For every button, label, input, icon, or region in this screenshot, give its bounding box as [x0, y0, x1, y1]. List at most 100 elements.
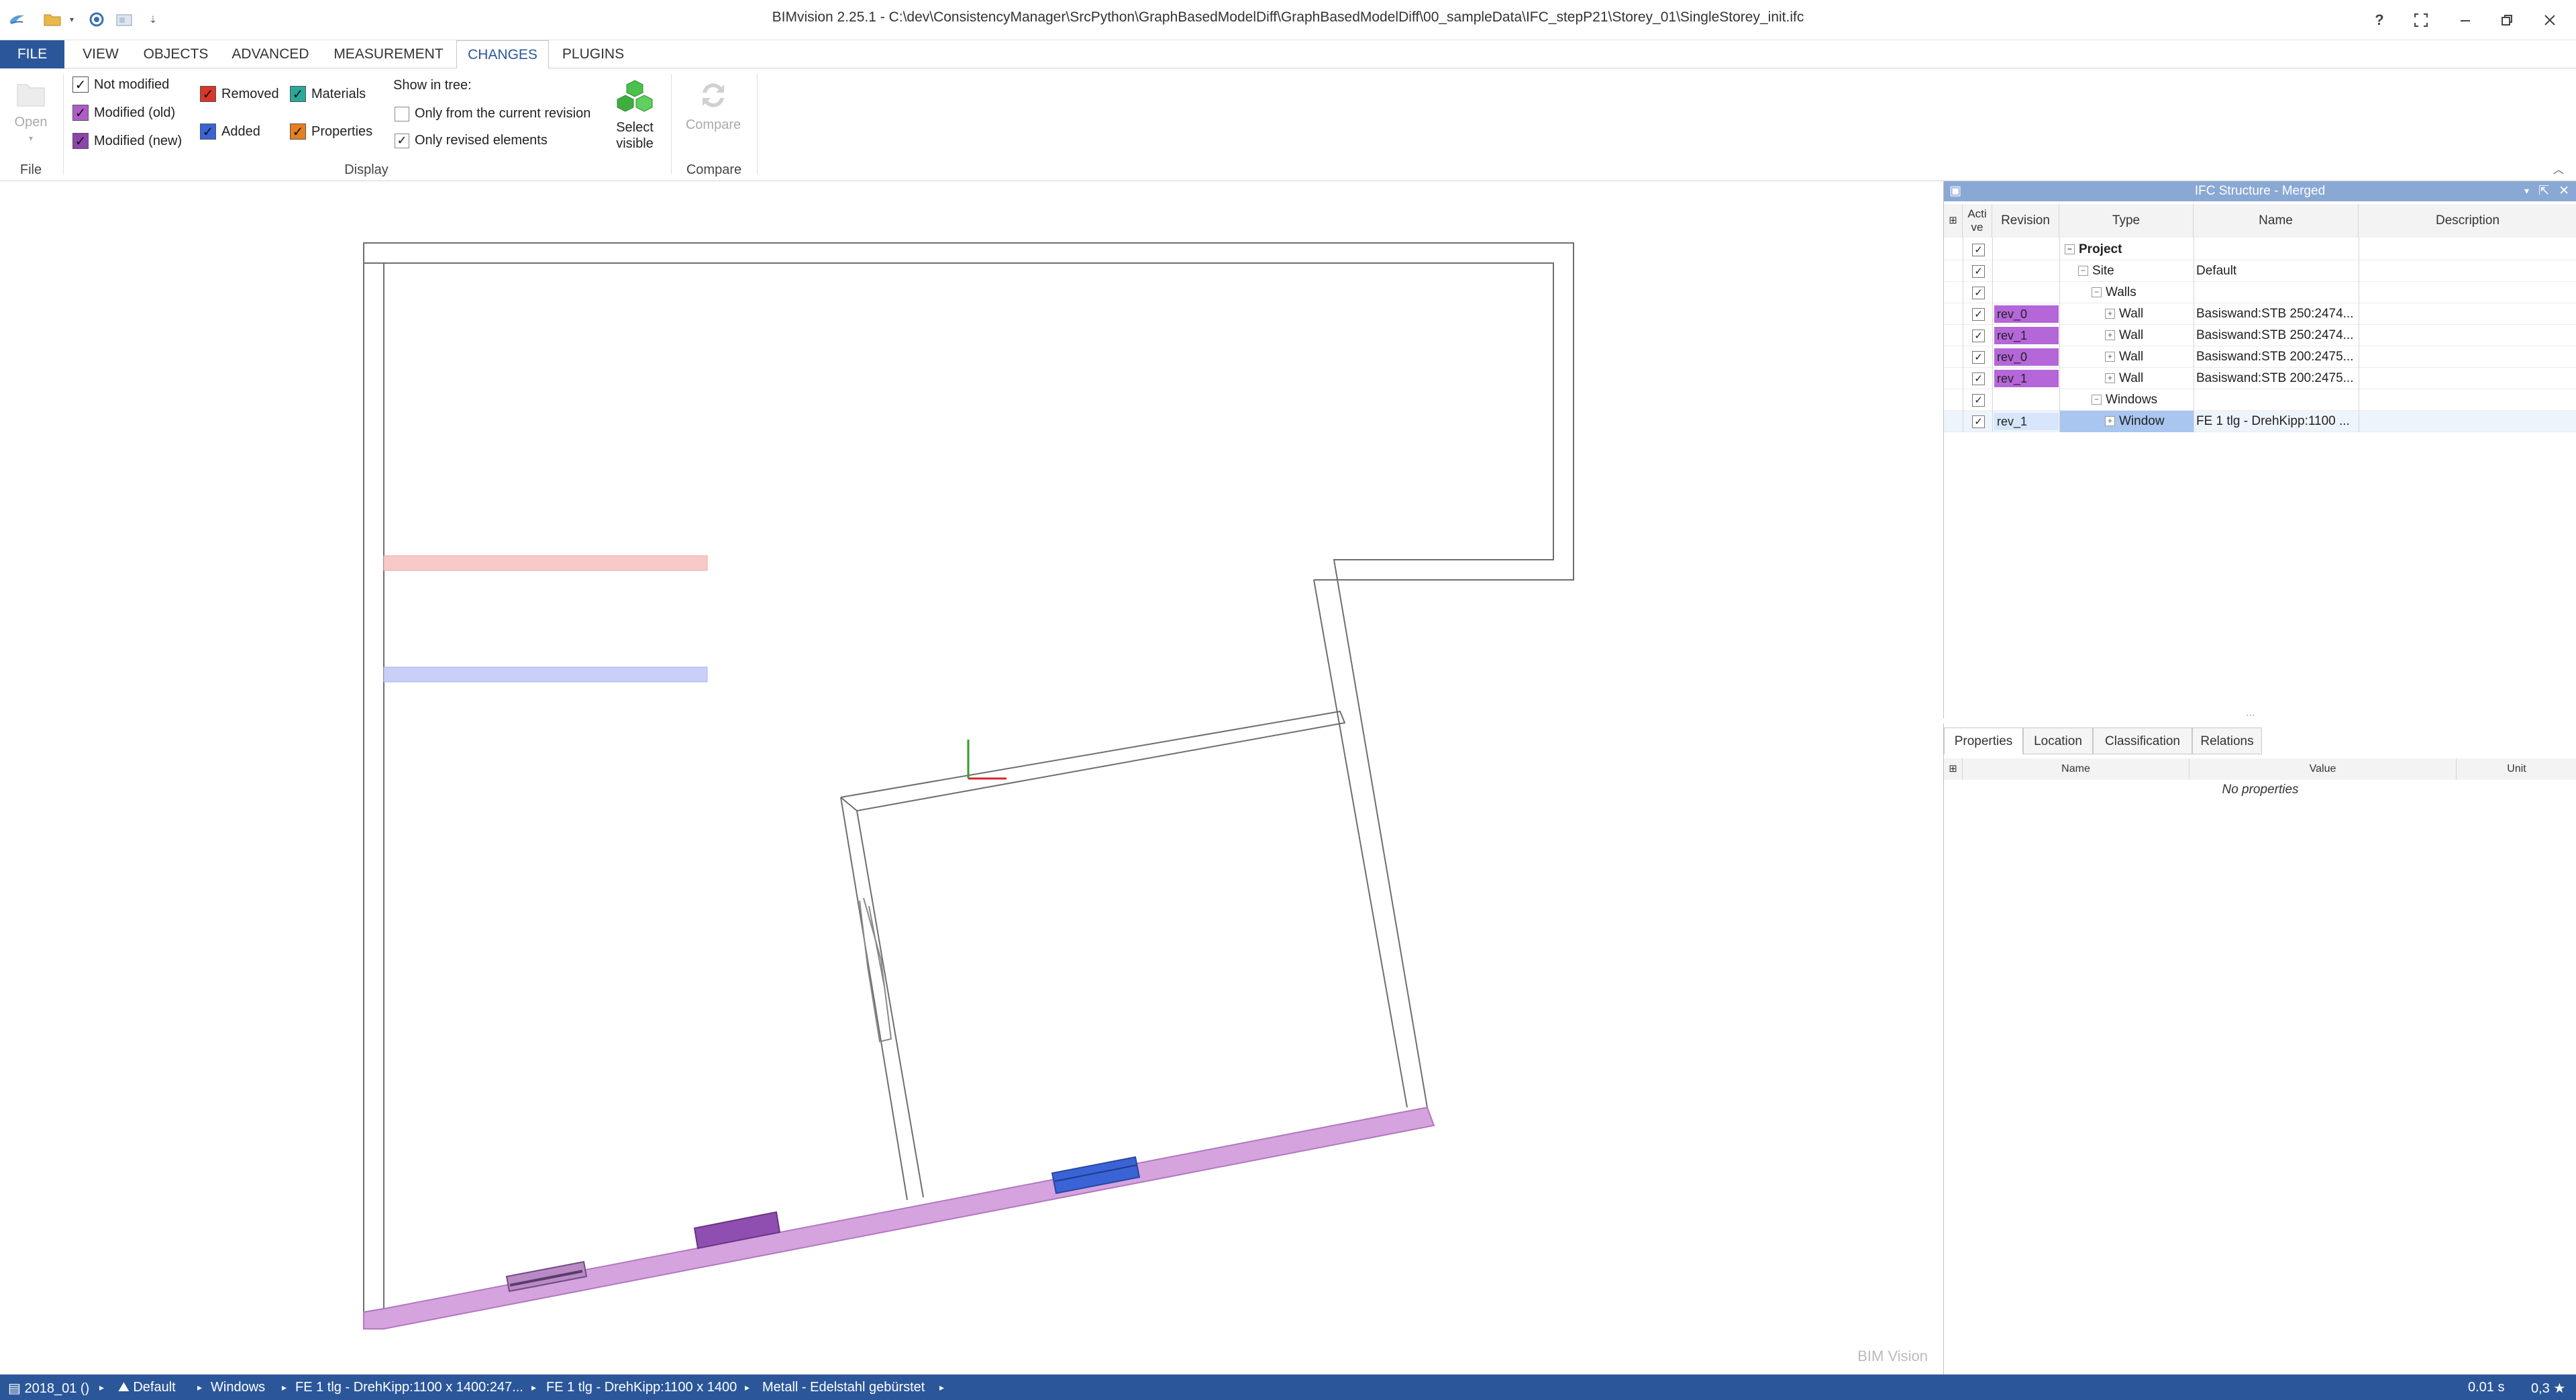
- col-active-line1: Acti: [1967, 207, 1987, 220]
- collapse-icon[interactable]: −: [2092, 287, 2102, 298]
- collapse-icon[interactable]: −: [2092, 395, 2102, 405]
- tree-row-window-selected[interactable]: ✓ rev_1 + Window FE 1 tlg - DrehKipp:1100…: [1944, 411, 2576, 432]
- active-checkbox[interactable]: ✓: [1972, 372, 1985, 385]
- active-checkbox[interactable]: ✓: [1972, 308, 1985, 321]
- tab-classification[interactable]: Classification: [2093, 728, 2192, 754]
- materials-checkbox[interactable]: ✓ Materials: [290, 86, 366, 102]
- only-revised-elements-check-icon: ✓: [395, 133, 409, 148]
- status-windows[interactable]: Windows: [211, 1380, 265, 1395]
- compare-button[interactable]: Compare: [679, 78, 748, 133]
- row-type: − Site: [2078, 260, 2194, 282]
- status-window-element[interactable]: FE 1 tlg - DrehKipp:1100 x 1400:247...: [295, 1380, 523, 1395]
- tab-advanced[interactable]: ADVANCED: [224, 40, 317, 68]
- active-checkbox[interactable]: ✓: [1972, 244, 1985, 256]
- tree-row-wall[interactable]: ✓ rev_1 + Wall Basiswand:STB 200:2475...: [1944, 368, 2576, 389]
- tree-row-wall[interactable]: ✓ rev_0 + Wall Basiswand:STB 200:2475...: [1944, 346, 2576, 368]
- fullscreen-button[interactable]: [2402, 5, 2440, 35]
- active-checkbox[interactable]: ✓: [1972, 287, 1985, 299]
- properties-panel: Properties Location Classification Relat…: [1943, 723, 2576, 1374]
- removed-element[interactable]: [383, 555, 708, 571]
- tab-measurement[interactable]: MEASUREMENT: [326, 40, 451, 68]
- row-name: Basiswand:STB 250:2474...: [2196, 307, 2354, 321]
- active-checkbox[interactable]: ✓: [1972, 394, 1985, 407]
- active-checkbox[interactable]: ✓: [1972, 265, 1985, 278]
- added-element[interactable]: [383, 666, 708, 683]
- tree-row-windows[interactable]: ✓ − Windows: [1944, 389, 2576, 411]
- panel-close-icon[interactable]: ✕: [2559, 183, 2569, 199]
- minimize-button[interactable]: [2446, 5, 2484, 35]
- model-view[interactable]: [0, 181, 1941, 1374]
- expand-icon[interactable]: +: [2105, 352, 2115, 362]
- expand-icon[interactable]: +: [2105, 330, 2115, 341]
- col-prop-unit[interactable]: Unit: [2457, 758, 2576, 780]
- status-material[interactable]: Metall - Edelstahl gebürstet: [762, 1380, 925, 1395]
- tab-plugins[interactable]: PLUGINS: [554, 40, 632, 68]
- notch-wall: [1313, 579, 1408, 1108]
- active-checkbox[interactable]: ✓: [1972, 415, 1985, 428]
- help-button[interactable]: ?: [2361, 5, 2398, 35]
- added-checkbox[interactable]: ✓ Added: [200, 123, 260, 140]
- status-arrow-icon: ▸: [99, 1382, 105, 1393]
- removed-checkbox[interactable]: ✓ Removed: [200, 86, 279, 102]
- close-icon: [2544, 15, 2555, 26]
- tree-row-wall[interactable]: ✓ rev_0 + Wall Basiswand:STB 250:2474...: [1944, 303, 2576, 325]
- col-name[interactable]: Name: [2194, 204, 2359, 238]
- active-checkbox[interactable]: ✓: [1972, 351, 1985, 364]
- tree-row-site[interactable]: ✓ − Site Default: [1944, 260, 2576, 282]
- restore-button[interactable]: [2488, 5, 2526, 35]
- modified-old-checkbox[interactable]: ✓ Modified (old): [72, 105, 175, 121]
- only-current-revision-checkbox[interactable]: Only from the current revision: [395, 106, 590, 121]
- file-group-label: File: [19, 162, 42, 177]
- not-modified-checkbox[interactable]: ✓ Not modified: [72, 77, 169, 93]
- collapse-icon[interactable]: −: [2065, 244, 2075, 255]
- tab-relations[interactable]: Relations: [2192, 728, 2262, 754]
- tree-row-project[interactable]: ✓ − Project: [1944, 239, 2576, 260]
- select-visible-button[interactable]: Select visible: [607, 78, 663, 152]
- tab-objects[interactable]: OBJECTS: [138, 40, 213, 68]
- active-checkbox[interactable]: ✓: [1972, 330, 1985, 342]
- type-label: Wall: [2119, 307, 2144, 321]
- collapse-icon[interactable]: −: [2078, 266, 2088, 277]
- tab-view[interactable]: VIEW: [74, 40, 127, 68]
- tab-file[interactable]: FILE: [0, 40, 64, 68]
- col-prop-name[interactable]: Name: [1963, 758, 2189, 780]
- panel-float-icon[interactable]: ⇱: [2538, 183, 2549, 199]
- col-prop-value[interactable]: Value: [2189, 758, 2457, 780]
- 3d-viewport[interactable]: BIM Vision: [0, 181, 1941, 1374]
- status-window-type[interactable]: FE 1 tlg - DrehKipp:1100 x 1400: [546, 1380, 737, 1395]
- tab-changes[interactable]: CHANGES: [456, 40, 549, 69]
- panel-menu-icon[interactable]: ▾: [2524, 185, 2529, 197]
- select-visible-label-2: visible: [616, 136, 654, 151]
- tab-properties[interactable]: Properties: [1944, 728, 2023, 754]
- col-description[interactable]: Description: [2359, 204, 2576, 238]
- column-chooser-icon[interactable]: ⊞: [1944, 204, 1963, 238]
- status-zoom[interactable]: 0,3 ★: [2531, 1380, 2565, 1397]
- revision-badge: rev_0: [1994, 305, 2059, 323]
- status-project-label: 2018_01 (): [24, 1381, 90, 1396]
- column-chooser-icon[interactable]: ⊞: [1944, 758, 1963, 780]
- expand-icon[interactable]: +: [2105, 309, 2115, 319]
- tree-row-walls[interactable]: ✓ − Walls: [1944, 282, 2576, 303]
- minimize-icon: [2461, 20, 2470, 21]
- collapse-ribbon-icon[interactable]: ︿: [2553, 160, 2564, 177]
- tab-location[interactable]: Location: [2023, 728, 2093, 754]
- open-arrow-icon: ▾: [28, 134, 34, 143]
- grid-line: [2059, 238, 2060, 432]
- close-button[interactable]: [2531, 5, 2569, 35]
- status-site[interactable]: ⛰ Default: [118, 1380, 176, 1395]
- tree-row-wall[interactable]: ✓ rev_1 + Wall Basiswand:STB 250:2474...: [1944, 325, 2576, 346]
- only-revised-elements-checkbox[interactable]: ✓ Only revised elements: [395, 133, 548, 148]
- col-active[interactable]: Acti ve: [1963, 204, 1992, 238]
- type-label: Wall: [2119, 371, 2144, 385]
- col-type[interactable]: Type: [2059, 204, 2194, 238]
- properties-checkbox[interactable]: ✓ Properties: [290, 123, 372, 140]
- expand-icon[interactable]: +: [2105, 416, 2115, 427]
- only-current-revision-label: Only from the current revision: [415, 106, 591, 121]
- modified-new-checkbox[interactable]: ✓ Modified (new): [72, 133, 182, 149]
- open-button[interactable]: Open ▾: [7, 78, 55, 146]
- expand-icon[interactable]: +: [2105, 373, 2115, 384]
- modified-wall[interactable]: [363, 1106, 1435, 1330]
- col-revision[interactable]: Revision: [1992, 204, 2059, 238]
- splitter-grip-icon[interactable]: ⋯: [2246, 709, 2255, 721]
- status-project[interactable]: ▤ 2018_01 (): [8, 1380, 89, 1397]
